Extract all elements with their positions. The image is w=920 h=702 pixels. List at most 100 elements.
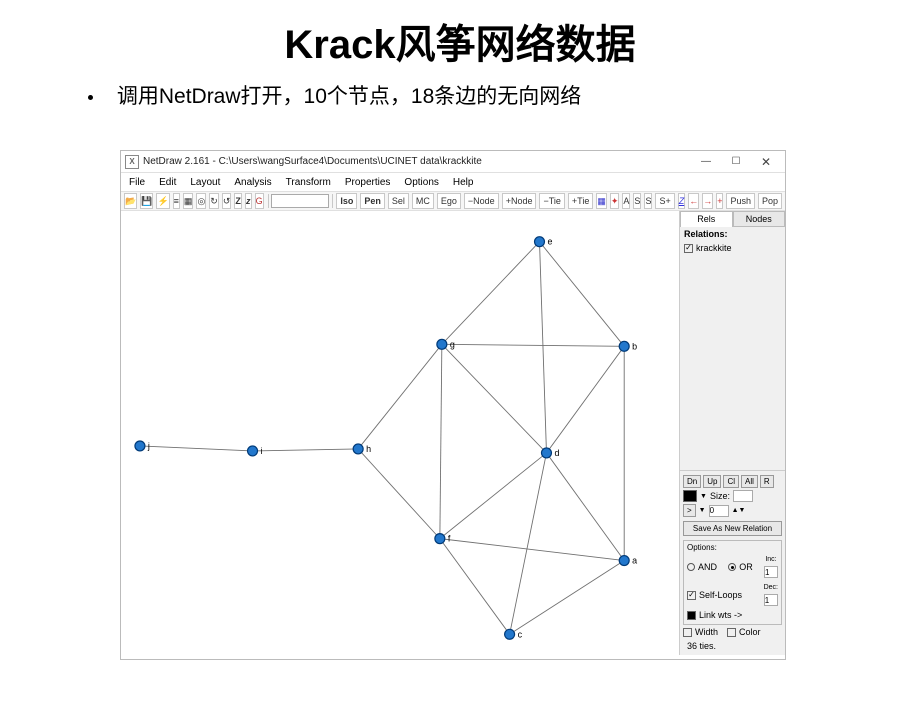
menu-transform[interactable]: Transform bbox=[280, 176, 337, 189]
svg-text:d: d bbox=[554, 448, 559, 458]
threshold-input[interactable] bbox=[709, 505, 729, 517]
cl-button[interactable]: Cl bbox=[723, 475, 739, 488]
lightning-icon[interactable]: ⚡ bbox=[156, 193, 169, 209]
svg-text:a: a bbox=[632, 556, 637, 566]
toolbar: 📂 💾 ⚡ ≡ ▦ ◎ ↻ ↺ Z z G Iso Pen Sel MC Ego… bbox=[121, 191, 785, 211]
target-icon[interactable]: ◎ bbox=[196, 193, 206, 209]
svg-text:j: j bbox=[147, 441, 150, 451]
menu-options[interactable]: Options bbox=[398, 176, 444, 189]
iso-button[interactable]: Iso bbox=[336, 193, 357, 209]
dn-button[interactable]: Dn bbox=[683, 475, 701, 488]
inc-label: Inc: bbox=[765, 556, 776, 563]
s1-button[interactable]: S bbox=[633, 193, 641, 209]
push-button[interactable]: Push bbox=[726, 193, 755, 209]
arrow-left-button[interactable]: ← bbox=[688, 193, 699, 209]
netdraw-window: X NetDraw 2.161 - C:\Users\wangSurface4\… bbox=[120, 150, 786, 660]
plus-button[interactable]: + bbox=[716, 193, 723, 209]
link-wts-label: Link wts -> bbox=[699, 610, 742, 620]
splus-button[interactable]: S+ bbox=[655, 193, 674, 209]
width-label: Width bbox=[695, 627, 718, 637]
network-canvas[interactable]: abcdefghij bbox=[121, 211, 680, 655]
dec-label: Dec: bbox=[764, 584, 778, 591]
save-relation-button[interactable]: Save As New Relation bbox=[683, 521, 782, 536]
tie-minus-button[interactable]: −Tie bbox=[539, 193, 564, 209]
mc-button[interactable]: MC bbox=[412, 193, 434, 209]
dec-input[interactable] bbox=[764, 594, 778, 606]
side-tabs: Rels Nodes bbox=[680, 211, 785, 227]
grid2-icon[interactable]: ▦ bbox=[596, 193, 607, 209]
options-label: Options: bbox=[687, 543, 778, 552]
pen-button[interactable]: Pen bbox=[360, 193, 385, 209]
tab-nodes[interactable]: Nodes bbox=[733, 211, 786, 227]
stepper-icon[interactable]: ▲▼ bbox=[732, 507, 746, 514]
paint-icon[interactable]: G bbox=[255, 193, 264, 209]
svg-text:b: b bbox=[632, 341, 637, 351]
sel-button[interactable]: Sel bbox=[388, 193, 409, 209]
equals-icon[interactable]: ≡ bbox=[173, 193, 180, 209]
svg-text:g: g bbox=[450, 339, 455, 349]
close-button[interactable]: ✕ bbox=[751, 153, 781, 171]
z-button[interactable]: Z bbox=[234, 193, 242, 209]
open-icon[interactable]: 📂 bbox=[124, 193, 137, 209]
width-checkbox[interactable] bbox=[683, 628, 692, 637]
self-loops-label: Self-Loops bbox=[699, 590, 742, 600]
r-button[interactable]: R bbox=[760, 475, 774, 488]
grid-icon[interactable]: ▦ bbox=[183, 193, 194, 209]
slide-bullet: 调用NetDraw打开，10个节点，18条边的无向网络 bbox=[88, 80, 920, 110]
bullet-text: 调用NetDraw打开，10个节点，18条边的无向网络 bbox=[117, 85, 581, 108]
status-text: 36 ties. bbox=[683, 639, 782, 653]
relation-item[interactable]: ✓ krackkite bbox=[680, 241, 785, 255]
self-loops-checkbox[interactable]: ✓ bbox=[687, 591, 696, 600]
color-swatch[interactable] bbox=[683, 490, 697, 502]
node-plus-button[interactable]: +Node bbox=[502, 193, 537, 209]
menu-analysis[interactable]: Analysis bbox=[228, 176, 277, 189]
save-icon[interactable]: 💾 bbox=[140, 193, 153, 209]
options-group: Options: AND OR Inc: ✓Self-Loops Dec: Li… bbox=[683, 540, 782, 625]
rotate-ccw-icon[interactable]: ↺ bbox=[222, 193, 232, 209]
z2-button[interactable]: z bbox=[245, 193, 252, 209]
relation-checkbox[interactable]: ✓ bbox=[684, 244, 693, 253]
z-mode-button[interactable]: Z bbox=[678, 193, 686, 209]
tab-rels[interactable]: Rels bbox=[680, 211, 733, 227]
inc-input[interactable] bbox=[764, 566, 778, 578]
and-radio[interactable] bbox=[687, 563, 695, 571]
side-panel: Rels Nodes Relations: ✓ krackkite Dn Up … bbox=[680, 211, 785, 655]
or-radio[interactable] bbox=[728, 563, 736, 571]
toolbar-input[interactable] bbox=[271, 194, 329, 208]
tie-plus-button[interactable]: +Tie bbox=[568, 193, 593, 209]
pop-button[interactable]: Pop bbox=[758, 193, 782, 209]
svg-text:c: c bbox=[518, 629, 523, 639]
menu-help[interactable]: Help bbox=[447, 176, 480, 189]
minimize-button[interactable]: — bbox=[691, 153, 721, 171]
color-checkbox[interactable] bbox=[727, 628, 736, 637]
size-dropdown-icon[interactable]: ▼ bbox=[700, 493, 707, 500]
menu-layout[interactable]: Layout bbox=[184, 176, 226, 189]
menu-edit[interactable]: Edit bbox=[153, 176, 182, 189]
ego-button[interactable]: Ego bbox=[437, 193, 461, 209]
menu-properties[interactable]: Properties bbox=[339, 176, 397, 189]
node-minus-button[interactable]: −Node bbox=[464, 193, 499, 209]
maximize-button[interactable]: ☐ bbox=[721, 153, 751, 171]
and-label: AND bbox=[698, 562, 717, 572]
relation-name: krackkite bbox=[696, 243, 732, 253]
size-label: Size: bbox=[710, 491, 730, 501]
s2-button[interactable]: S bbox=[644, 193, 652, 209]
link-wts-checkbox[interactable] bbox=[687, 611, 696, 620]
all-button[interactable]: All bbox=[741, 475, 758, 488]
up-button[interactable]: Up bbox=[703, 475, 721, 488]
bottom-controls: Dn Up Cl All R ▼ Size: > ▼ ▲▼ bbox=[680, 470, 785, 655]
kite-icon[interactable]: ✦ bbox=[610, 193, 620, 209]
app-icon: X bbox=[125, 155, 139, 169]
size-input[interactable] bbox=[733, 490, 753, 502]
menu-file[interactable]: File bbox=[123, 176, 151, 189]
or-label: OR bbox=[739, 562, 753, 572]
slide-title: Krack风筝网络数据 bbox=[0, 12, 920, 70]
arrow-right-button[interactable]: → bbox=[702, 193, 713, 209]
titlebar: X NetDraw 2.161 - C:\Users\wangSurface4\… bbox=[121, 151, 785, 173]
gt-button[interactable]: > bbox=[683, 504, 696, 517]
rotate-cw-icon[interactable]: ↻ bbox=[209, 193, 219, 209]
window-title: NetDraw 2.161 - C:\Users\wangSurface4\Do… bbox=[143, 156, 691, 167]
a-button[interactable]: A bbox=[622, 193, 630, 209]
workspace: abcdefghij Rels Nodes Relations: ✓ krack… bbox=[121, 211, 785, 655]
gt-dropdown-icon[interactable]: ▼ bbox=[699, 507, 706, 514]
